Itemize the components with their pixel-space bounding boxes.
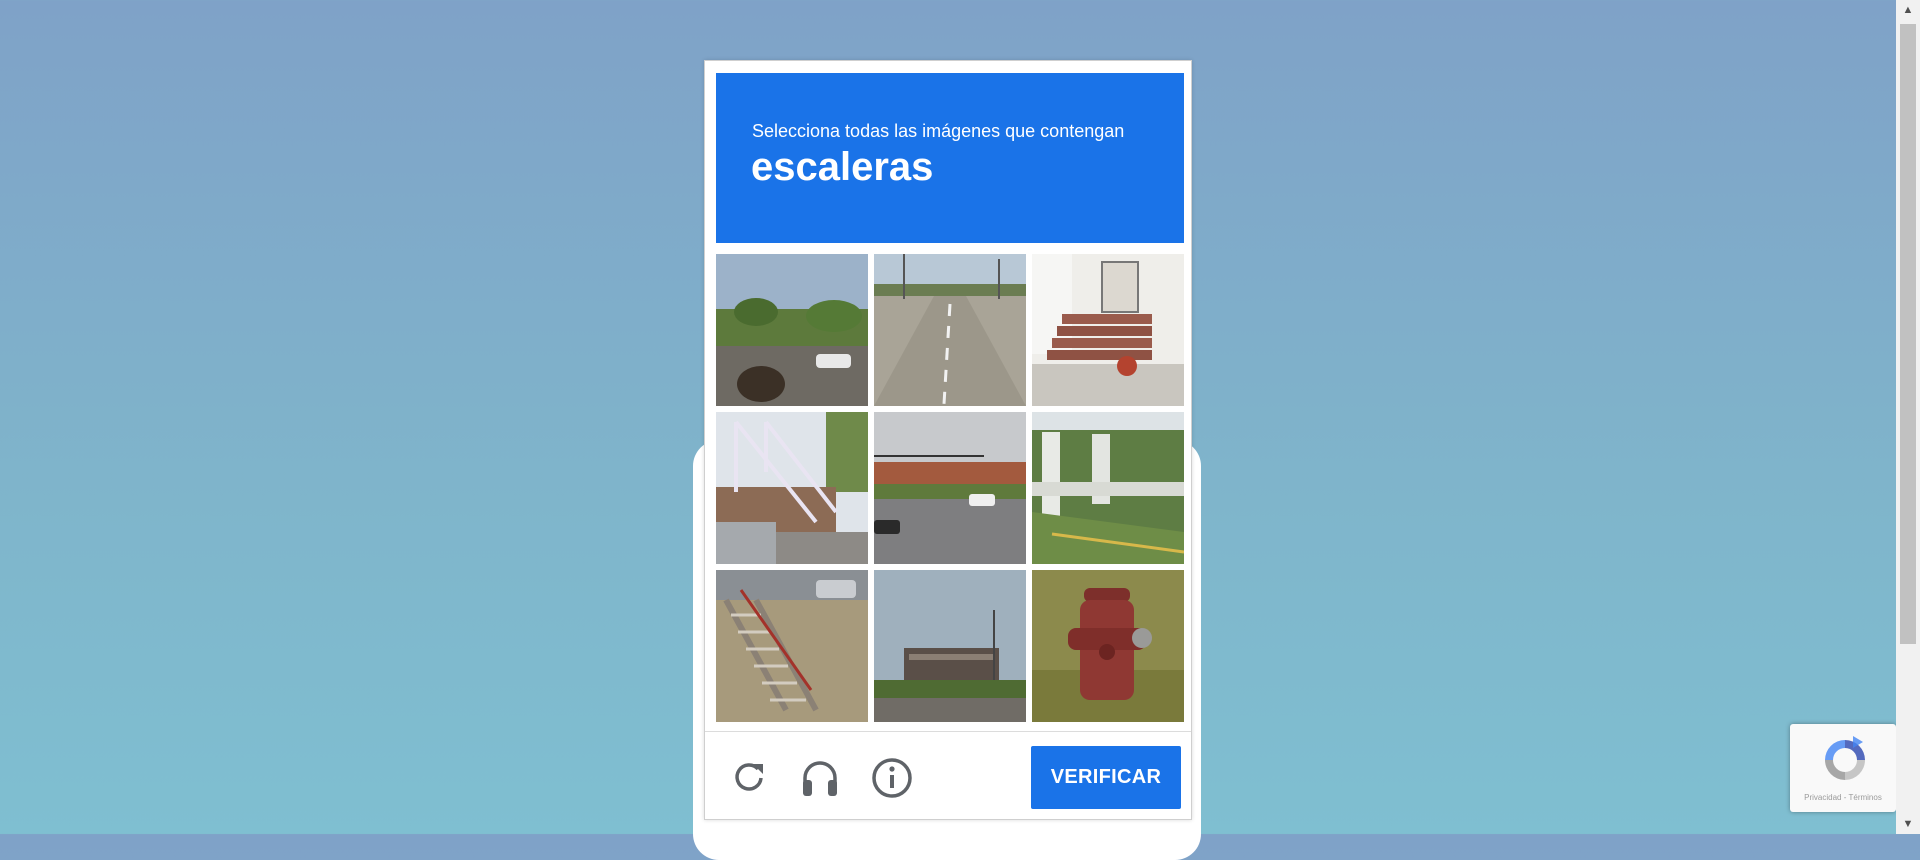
- info-button[interactable]: [870, 756, 914, 800]
- badge-links: Privacidad - Términos: [1790, 793, 1896, 802]
- tile-white-stairs[interactable]: [716, 412, 868, 564]
- white-stairs-image: [716, 412, 868, 564]
- image-grid: [716, 254, 1184, 722]
- tile-outdoor-stairs[interactable]: [716, 570, 868, 722]
- verify-button[interactable]: VERIFICAR: [1031, 746, 1181, 809]
- challenge-footer: VERIFICAR: [705, 731, 1191, 820]
- privacy-link[interactable]: Privacidad: [1804, 793, 1841, 802]
- tile-overpass[interactable]: [1032, 412, 1184, 564]
- scroll-down-icon[interactable]: ▼: [1896, 814, 1920, 834]
- outdoor-stairs-image: [716, 570, 868, 722]
- challenge-prompt: Selecciona todas las imágenes que conten…: [752, 121, 1125, 141]
- scrollbar-thumb[interactable]: [1900, 24, 1916, 644]
- recaptcha-badge[interactable]: Privacidad - Términos: [1790, 724, 1896, 812]
- intersection-image: [874, 412, 1026, 564]
- info-icon: [872, 758, 912, 798]
- tile-building-lot[interactable]: [874, 570, 1026, 722]
- audio-challenge-button[interactable]: [798, 756, 842, 800]
- terms-link[interactable]: Términos: [1848, 793, 1881, 802]
- challenge-keyword: escaleras: [751, 145, 934, 189]
- building-lot-image: [874, 570, 1026, 722]
- headphones-icon: [803, 761, 837, 796]
- overpass-image: [1032, 412, 1184, 564]
- road-image: [874, 254, 1026, 406]
- tile-porch-steps[interactable]: [1032, 254, 1184, 406]
- page-scrollbar[interactable]: ▲ ▼: [1896, 0, 1920, 834]
- recaptcha-challenge-dialog: Selecciona todas las imágenes que conten…: [704, 60, 1192, 820]
- scroll-up-icon[interactable]: ▲: [1896, 0, 1920, 20]
- reload-icon: [735, 763, 763, 791]
- tile-road[interactable]: [874, 254, 1026, 406]
- fire-hydrant-image: [1032, 570, 1184, 722]
- tile-intersection[interactable]: [874, 412, 1026, 564]
- challenge-header: Selecciona todas las imágenes que conten…: [716, 73, 1184, 243]
- porch-steps-image: [1032, 254, 1184, 406]
- tile-street-trees[interactable]: [716, 254, 868, 406]
- street-scene-image: [716, 254, 868, 406]
- tile-fire-hydrant[interactable]: [1032, 570, 1184, 722]
- reload-button[interactable]: [727, 756, 771, 800]
- recaptcha-logo-icon: [1825, 736, 1865, 780]
